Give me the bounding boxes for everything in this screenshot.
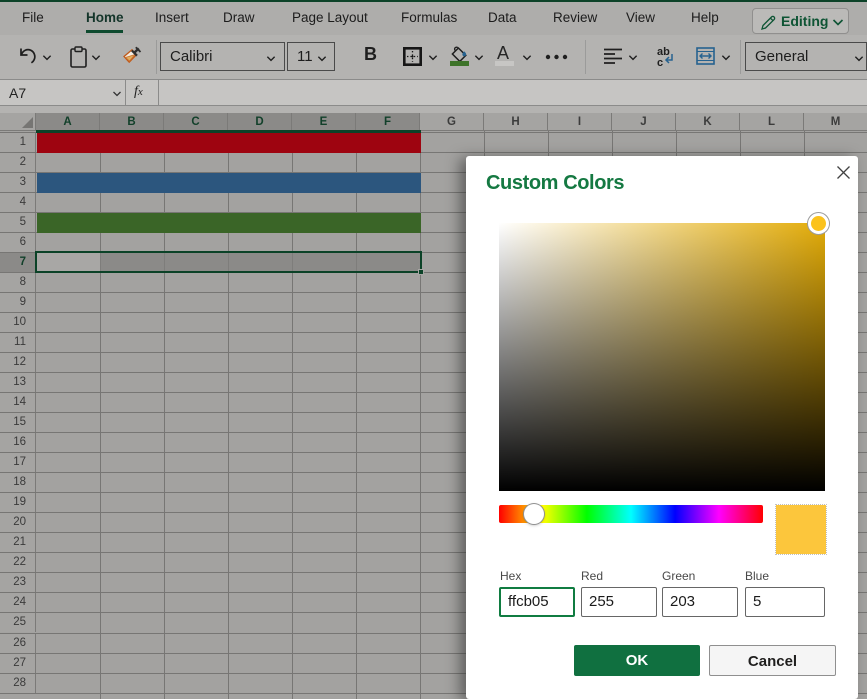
svg-text:c: c [657,57,663,68]
